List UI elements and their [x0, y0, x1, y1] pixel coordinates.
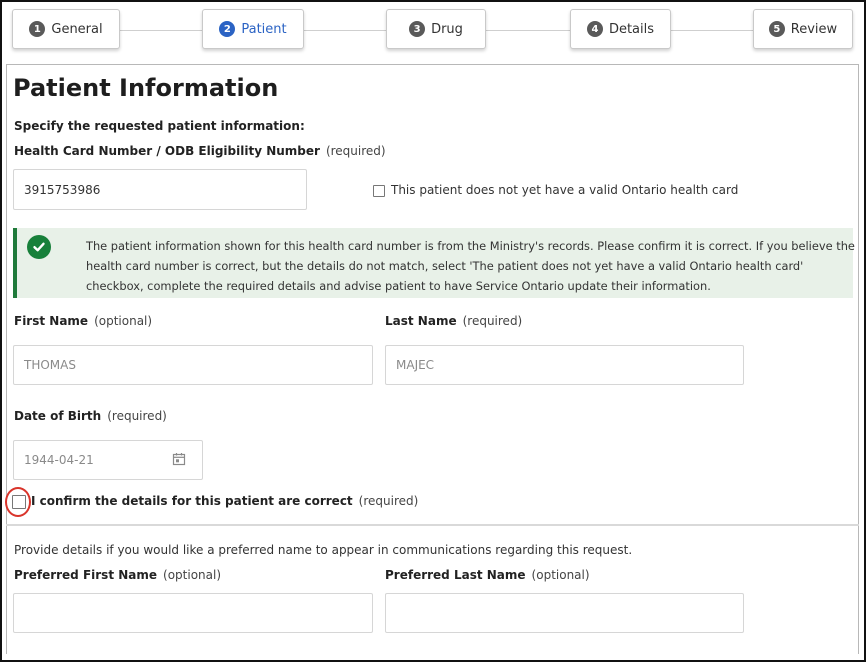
first-name-value: THOMAS: [24, 358, 76, 372]
last-name-field[interactable]: MAJEC: [385, 345, 744, 385]
preferred-first-name-input[interactable]: [13, 593, 373, 633]
health-card-input[interactable]: 3915753986: [13, 169, 307, 210]
step-patient[interactable]: 2 Patient: [202, 9, 304, 49]
step-label: Review: [790, 21, 838, 37]
step-general[interactable]: 1 General: [12, 9, 120, 49]
page-subtitle: Specify the requested patient informatio…: [14, 119, 305, 133]
preferred-first-name-label: Preferred First Name (optional): [14, 568, 222, 582]
last-name-value: MAJEC: [396, 358, 435, 372]
preferred-last-name-input[interactable]: [385, 593, 744, 633]
step-number: 4: [586, 21, 603, 37]
step-label: General: [51, 21, 103, 37]
step-review[interactable]: 5 Review: [753, 9, 853, 49]
step-connector: [304, 30, 386, 31]
step-label: Drug: [431, 21, 463, 37]
confirm-details-label: I confirm the details for this patient a…: [31, 494, 419, 508]
preferred-name-intro: Provide details if you would like a pref…: [14, 543, 633, 557]
first-name-label: First Name (optional): [14, 314, 153, 328]
section-divider: [6, 524, 859, 526]
optional-hint: (optional): [163, 568, 222, 582]
step-number: 5: [768, 21, 785, 37]
step-details[interactable]: 4 Details: [570, 9, 671, 49]
required-hint: (required): [325, 144, 386, 158]
step-label: Patient: [241, 21, 287, 37]
step-number: 1: [29, 21, 46, 37]
calendar-icon[interactable]: [172, 452, 186, 466]
step-connector: [120, 30, 202, 31]
required-hint: (required): [358, 494, 419, 508]
no-health-card-label: This patient does not yet have a valid O…: [391, 183, 739, 197]
alert-message: The patient information shown for this h…: [86, 239, 855, 293]
required-hint: (required): [462, 314, 523, 328]
optional-hint: (optional): [531, 568, 590, 582]
last-name-label: Last Name (required): [385, 314, 523, 328]
preferred-last-name-label: Preferred Last Name (optional): [385, 568, 590, 582]
dob-label: Date of Birth (required): [14, 409, 167, 423]
success-check-icon: [27, 235, 51, 259]
step-number: 3: [409, 21, 426, 37]
step-connector: [486, 30, 570, 31]
wizard-stepper: 1 General 2 Patient 3 Drug 4 Details 5 R…: [10, 9, 854, 53]
no-health-card-checkbox[interactable]: [373, 185, 385, 197]
step-connector: [671, 30, 753, 31]
dob-value: 1944-04-21: [24, 453, 94, 467]
first-name-field[interactable]: THOMAS: [13, 345, 373, 385]
optional-hint: (optional): [94, 314, 153, 328]
health-card-label: Health Card Number / ODB Eligibility Num…: [14, 144, 386, 158]
page-title: Patient Information: [13, 74, 279, 102]
health-card-value: 3915753986: [24, 182, 101, 197]
confirm-details-checkbox[interactable]: [12, 495, 26, 509]
step-drug[interactable]: 3 Drug: [386, 9, 486, 49]
step-label: Details: [608, 21, 655, 37]
required-hint: (required): [107, 409, 167, 423]
ministry-records-alert: The patient information shown for this h…: [13, 228, 855, 298]
step-number: 2: [219, 21, 236, 37]
